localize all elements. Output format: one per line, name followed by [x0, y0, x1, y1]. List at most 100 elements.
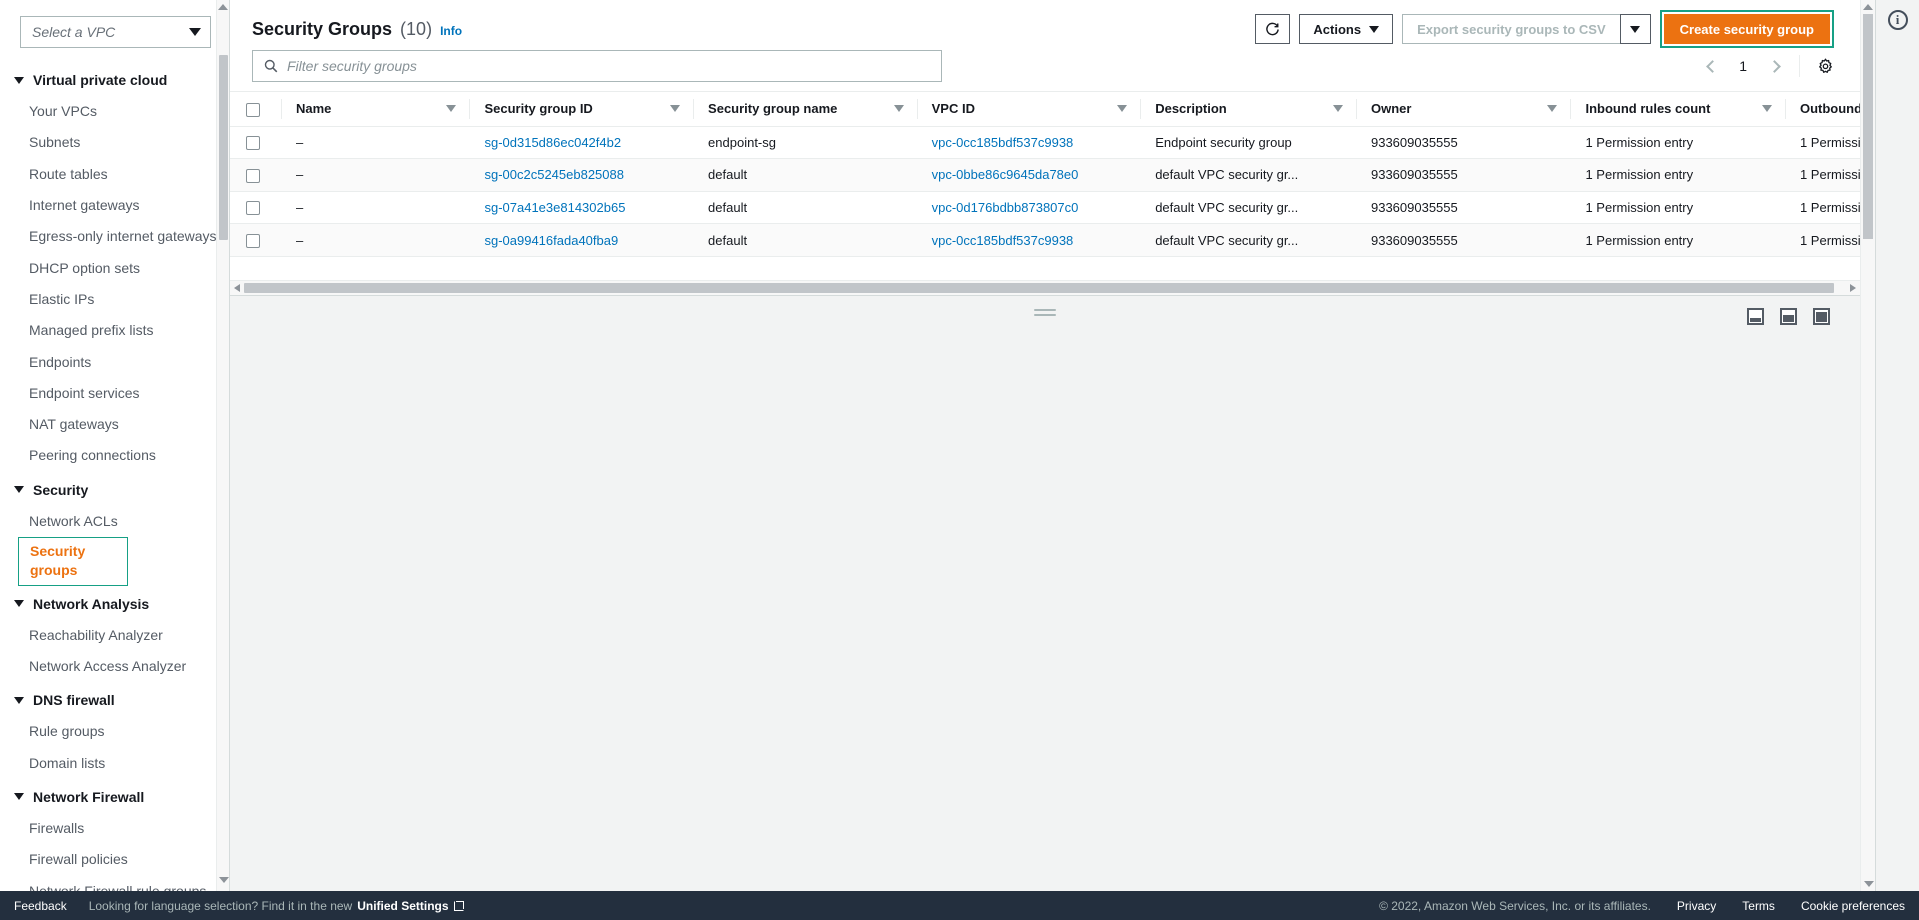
sidebar-item-firewalls[interactable]: Firewalls [0, 813, 229, 844]
sort-icon[interactable] [1761, 105, 1772, 113]
search-input[interactable] [287, 58, 930, 74]
nav-group-header-0[interactable]: Virtual private cloud [0, 64, 229, 96]
sidebar-item-subnets[interactable]: Subnets [0, 127, 229, 158]
column-header-inbound-rules-count[interactable]: Inbound rules count [1571, 91, 1786, 127]
nav-group-header-1[interactable]: Security [0, 474, 229, 506]
row-checkbox[interactable] [246, 168, 260, 183]
resource-link[interactable]: vpc-0cc185bdf537c9938 [932, 135, 1074, 150]
sidebar-item-rule-groups[interactable]: Rule groups [0, 716, 229, 747]
main-scroll-thumb[interactable] [1863, 14, 1873, 239]
table-row[interactable]: – sg-07a41e3e814302b65 default vpc-0d176bdb… [230, 191, 1860, 225]
sidebar-scrollbar[interactable] [216, 0, 229, 891]
sidebar-item-endpoints[interactable]: Endpoints [0, 347, 229, 378]
nav-group-header-4[interactable]: Network Firewall [0, 781, 229, 813]
info-circle-icon[interactable]: i [1887, 10, 1908, 30]
table-row[interactable]: – sg-0a99416fada40fba9 default vpc-0cc185bd… [230, 223, 1860, 257]
sort-icon[interactable] [446, 105, 457, 113]
table-preferences-button[interactable] [1812, 53, 1838, 79]
resource-link[interactable]: sg-00c2c5245eb825088 [484, 167, 624, 182]
previous-page-button[interactable] [1699, 53, 1725, 79]
column-header-security-group-name[interactable]: Security group name [694, 91, 918, 127]
column-header-owner[interactable]: Owner [1356, 91, 1572, 127]
horizontal-scroll-thumb[interactable] [244, 283, 1834, 293]
cell-value: 1 Permission entry [1799, 232, 1860, 248]
create-security-group-button[interactable]: Create security group [1663, 14, 1830, 44]
nav-group-header-3[interactable]: DNS firewall [0, 684, 229, 716]
sort-icon[interactable] [670, 105, 681, 113]
sort-icon[interactable] [893, 105, 904, 113]
panel-side-icon[interactable] [1780, 308, 1797, 325]
filter-input-wrapper[interactable] [252, 50, 942, 82]
sidebar-item-network-firewall-rule-groups[interactable]: Network Firewall rule groups [0, 876, 229, 891]
info-link[interactable]: Info [440, 24, 462, 38]
table-scroll-area[interactable]: Name Security group ID Security group name… [230, 91, 1860, 264]
scroll-up-icon[interactable] [218, 4, 228, 10]
resource-link[interactable]: vpc-0bbe86c9645da78e0 [932, 167, 1079, 182]
sidebar-item-elastic-ips[interactable]: Elastic IPs [0, 284, 229, 315]
resource-link[interactable]: vpc-0d176bdbb873807c0 [932, 200, 1079, 215]
main-scrollbar[interactable] [1860, 0, 1875, 891]
cell-value: 1 Permission entry [1585, 134, 1694, 150]
row-checkbox[interactable] [246, 201, 260, 216]
select-all-checkbox[interactable] [246, 102, 260, 117]
scroll-up-icon[interactable] [1863, 4, 1873, 10]
table-header-row: Name Security group ID Security group name… [230, 91, 1860, 127]
export-csv-button[interactable]: Export security groups to CSV [1402, 14, 1620, 44]
resource-link[interactable]: sg-07a41e3e814302b65 [484, 200, 625, 215]
feedback-link[interactable]: Feedback [14, 899, 67, 913]
sidebar-item-nat-gateways[interactable]: NAT gateways [0, 409, 229, 440]
sort-icon[interactable] [1332, 105, 1343, 113]
sidebar-item-egress-only-internet-gateways[interactable]: Egress-only internet gateways [0, 221, 229, 252]
actions-button[interactable]: Actions [1299, 14, 1394, 44]
sidebar-item-route-tables[interactable]: Route tables [0, 159, 229, 190]
table-row[interactable]: – sg-0d315d86ec042f4b2 endpoint-sg vpc-0cc1… [230, 126, 1860, 160]
terms-link[interactable]: Terms [1742, 899, 1775, 913]
column-header-name[interactable]: Name [281, 91, 471, 127]
scroll-right-icon[interactable] [1846, 284, 1860, 292]
resource-link[interactable]: sg-0d315d86ec042f4b2 [484, 135, 621, 150]
cookie-preferences-link[interactable]: Cookie preferences [1801, 899, 1905, 913]
vpc-select-dropdown[interactable]: Select a VPC [20, 16, 211, 48]
sidebar-item-reachability-analyzer[interactable]: Reachability Analyzer [0, 620, 229, 651]
table-horizontal-scrollbar[interactable] [230, 280, 1860, 295]
table-row[interactable]: – sg-00c2c5245eb825088 default vpc-0bbe86c9… [230, 158, 1860, 192]
unified-settings-link[interactable]: Unified Settings [357, 899, 448, 913]
column-header-security-group-id[interactable]: Security group ID [470, 91, 695, 127]
split-panel-drag-handle[interactable] [1034, 309, 1056, 319]
scroll-down-icon[interactable] [1863, 881, 1874, 887]
sidebar-item-managed-prefix-lists[interactable]: Managed prefix lists [0, 315, 229, 346]
security-groups-table: Name Security group ID Security group name… [230, 91, 1860, 257]
resource-link[interactable]: vpc-0cc185bdf537c9938 [932, 233, 1074, 248]
sort-icon[interactable] [1547, 105, 1558, 113]
sidebar-item-dhcp-option-sets[interactable]: DHCP option sets [0, 253, 229, 284]
row-checkbox[interactable] [246, 233, 260, 248]
page-number-1[interactable]: 1 [1729, 58, 1757, 74]
row-checkbox[interactable] [246, 136, 260, 151]
nav-group-header-2[interactable]: Network Analysis [0, 588, 229, 620]
column-header-outbound-rules-count[interactable]: Outbound rules count [1785, 91, 1860, 127]
cell-sg-name: default [694, 191, 918, 225]
refresh-button[interactable] [1255, 14, 1291, 44]
privacy-link[interactable]: Privacy [1677, 899, 1716, 913]
sidebar-item-security-groups[interactable]: Security groups [18, 537, 128, 586]
sidebar-item-network-acls[interactable]: Network ACLs [0, 506, 229, 537]
scroll-down-icon[interactable] [218, 877, 229, 883]
next-page-button[interactable] [1761, 53, 1787, 79]
column-header-description[interactable]: Description [1141, 91, 1357, 127]
sidebar-item-internet-gateways[interactable]: Internet gateways [0, 190, 229, 221]
resource-link[interactable]: sg-0a99416fada40fba9 [484, 233, 618, 248]
export-dropdown-button[interactable] [1619, 14, 1651, 44]
sidebar-item-endpoint-services[interactable]: Endpoint services [0, 378, 229, 409]
sidebar-item-network-access-analyzer[interactable]: Network Access Analyzer [0, 651, 229, 682]
panel-full-icon[interactable] [1813, 308, 1830, 325]
table-body: – sg-0d315d86ec042f4b2 endpoint-sg vpc-0cc1… [230, 126, 1860, 257]
sidebar-scroll-thumb[interactable] [219, 55, 228, 240]
sidebar-item-peering-connections[interactable]: Peering connections [0, 440, 229, 471]
sidebar-item-domain-lists[interactable]: Domain lists [0, 748, 229, 779]
scroll-left-icon[interactable] [230, 284, 244, 292]
sort-icon[interactable] [1117, 105, 1128, 113]
sidebar-item-firewall-policies[interactable]: Firewall policies [0, 844, 229, 875]
panel-bottom-icon[interactable] [1747, 308, 1764, 325]
column-header-vpc-id[interactable]: VPC ID [917, 91, 1142, 127]
sidebar-item-your-vpcs[interactable]: Your VPCs [0, 96, 229, 127]
